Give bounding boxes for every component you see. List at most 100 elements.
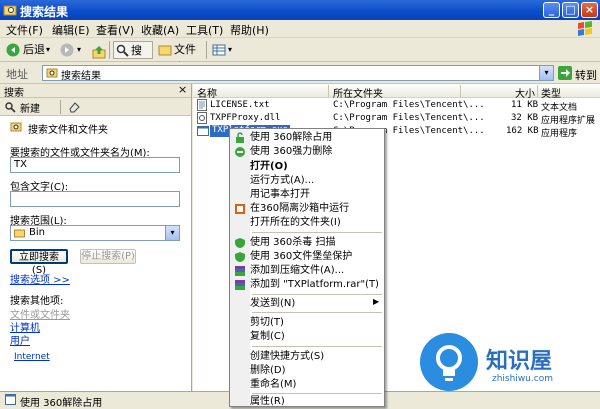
menu-item-sandbox[interactable]: 在360隔离沙箱中运行 (250, 202, 349, 215)
menu-bar: 文件(F) 编辑(E) 查看(V) 收藏(A) 工具(T) 帮助(H) (0, 20, 600, 38)
menu-item-create-shortcut[interactable]: 创建快捷方式(S) (250, 350, 324, 363)
menu-item-360-scan[interactable]: 使用 360杀毒 扫描 (250, 236, 335, 249)
watermark-title: 知识屋 (486, 349, 553, 374)
file-size: 162 KB (506, 126, 539, 136)
menu-separator (252, 346, 382, 347)
menu-favorites[interactable]: 收藏(A) (141, 22, 179, 38)
menu-item-cut[interactable]: 剪切(T) (250, 316, 284, 329)
search-section-title: 搜索文件和文件夹 (28, 125, 108, 136)
menu-item-add-rar[interactable]: 添加到 "TXPlatform.rar"(T) (250, 278, 379, 291)
file-size: 11 KB (511, 100, 539, 110)
menu-separator (252, 312, 382, 313)
unlock-360-icon (236, 132, 244, 143)
go-button[interactable]: 转到 (558, 65, 598, 82)
search-pane-toolbar: 新建 (0, 98, 191, 116)
column-size[interactable]: 大小 (515, 85, 535, 100)
menu-view[interactable]: 查看(V) (96, 22, 134, 38)
menu-separator (252, 393, 382, 394)
address-input[interactable]: 搜索结果 ▾ (42, 65, 554, 82)
search-now-button[interactable]: 立即搜索(S) (10, 249, 68, 276)
search-options-link[interactable]: 搜索选项 >> (10, 271, 70, 286)
name-field[interactable]: TX (10, 157, 180, 173)
views-dropdown-icon[interactable]: ▾ (228, 41, 232, 59)
magnifier-icon (116, 44, 129, 57)
address-value: 搜索结果 (61, 71, 101, 82)
menu-item-open-folder[interactable]: 打开所在的文件夹(I) (250, 216, 341, 229)
contains-field[interactable] (10, 191, 180, 207)
scope-select[interactable]: Bin ▾ (10, 225, 180, 241)
column-name[interactable]: 名称 (197, 85, 217, 100)
other-link-internet[interactable]: Internet (14, 352, 50, 362)
menu-item-open[interactable]: 打开(O) (250, 160, 288, 173)
file-folder: C:\Program Files\Tencent\... (333, 113, 485, 123)
up-folder-icon[interactable] (92, 43, 106, 61)
toolbar-separator (206, 41, 207, 59)
menu-tools[interactable]: 工具(T) (186, 22, 223, 38)
column-header: 名称 所在文件夹 大小 类型 (193, 84, 600, 100)
menu-item-send-to[interactable]: 发送到(N) (250, 297, 295, 310)
new-search-button[interactable]: 新建 (4, 100, 56, 115)
menu-item-360-delete[interactable]: 使用 360强力删除 (250, 145, 332, 158)
magnifier-icon (5, 102, 16, 113)
menu-item-add-archive[interactable]: 添加到压缩文件(A)... (250, 264, 344, 277)
menu-item-open-notepad[interactable]: 用记事本打开 (250, 188, 310, 201)
text-file-icon (197, 99, 207, 111)
search-pane-header: 搜索 × (0, 83, 191, 99)
menu-item-run-as[interactable]: 运行方式(A)... (250, 174, 314, 187)
folders-icon (158, 45, 172, 56)
maximize-button[interactable]: □ (562, 2, 579, 18)
menu-item-360-protect[interactable]: 使用 360文件堡垒保护 (250, 250, 352, 263)
menu-item-properties[interactable]: 属性(R) (250, 395, 285, 408)
file-size: 32 KB (511, 113, 539, 123)
column-divider[interactable] (328, 85, 329, 97)
column-type[interactable]: 类型 (541, 85, 561, 100)
bulb-icon (436, 345, 462, 381)
address-dropdown-icon[interactable]: ▾ (539, 66, 553, 80)
column-folder[interactable]: 所在文件夹 (333, 85, 383, 100)
file-folder: C:\Program Files\Tencent\... (333, 100, 485, 110)
menu-separator (252, 294, 382, 295)
search-folder-icon (10, 122, 22, 132)
forward-button[interactable]: ▾ (60, 41, 86, 59)
forward-dropdown-icon[interactable]: ▾ (77, 41, 81, 59)
submenu-arrow-icon: ▶ (373, 297, 380, 306)
context-menu: 使用 360解除占用 使用 360强力删除 打开(O) 运行方式(A)... 用… (229, 128, 385, 407)
menu-help[interactable]: 帮助(H) (230, 22, 269, 38)
minimize-button[interactable]: _ (543, 2, 560, 18)
table-row[interactable]: TXPFProxy.dll C:\Program Files\Tencent\.… (193, 112, 600, 126)
scope-value: Bin (29, 227, 45, 238)
search-other-label: 搜索其他项: (10, 296, 64, 307)
menu-item-360-unlock[interactable]: 使用 360解除占用 (250, 131, 332, 144)
file-icon (5, 394, 16, 405)
stop-search-button[interactable]: 停止搜索(P) (80, 249, 136, 264)
menu-file[interactable]: 文件(F) (6, 22, 43, 38)
folder-icon (14, 229, 25, 238)
window-title: 搜索结果 (20, 5, 69, 19)
menu-edit[interactable]: 编辑(E) (52, 22, 90, 38)
watermark-logo (420, 333, 478, 391)
menu-item-copy[interactable]: 复制(C) (250, 330, 285, 343)
other-link-users[interactable]: 用户 (10, 332, 30, 347)
eraser-icon[interactable] (68, 101, 80, 113)
column-divider[interactable] (460, 85, 461, 97)
folders-button[interactable]: 文件夹 (156, 41, 202, 74)
back-dropdown-icon[interactable]: ▾ (46, 41, 50, 59)
column-divider[interactable] (537, 85, 538, 97)
menu-item-rename[interactable]: 重命名(M) (250, 378, 296, 391)
table-row[interactable]: LICENSE.txt C:\Program Files\Tencent\...… (193, 99, 600, 113)
scope-dropdown-icon[interactable]: ▾ (165, 226, 179, 240)
toolbar-separator (109, 41, 110, 59)
file-name: LICENSE.txt (210, 100, 270, 110)
windows-logo-icon (578, 21, 592, 36)
search-folder-icon (3, 5, 17, 16)
shield-icon (235, 252, 245, 262)
file-type: 应用程序 (541, 129, 578, 139)
views-button[interactable]: ▾ (211, 41, 237, 59)
close-button[interactable]: × (581, 2, 598, 18)
search-button[interactable]: 搜索 (113, 41, 153, 75)
menu-item-delete[interactable]: 删除(D) (250, 364, 286, 377)
search-pane-close-icon[interactable]: × (178, 83, 187, 96)
file-name: TXPFProxy.dll (210, 113, 281, 123)
back-button[interactable]: 后退 ▾ (6, 41, 54, 59)
archive-icon (235, 280, 245, 290)
